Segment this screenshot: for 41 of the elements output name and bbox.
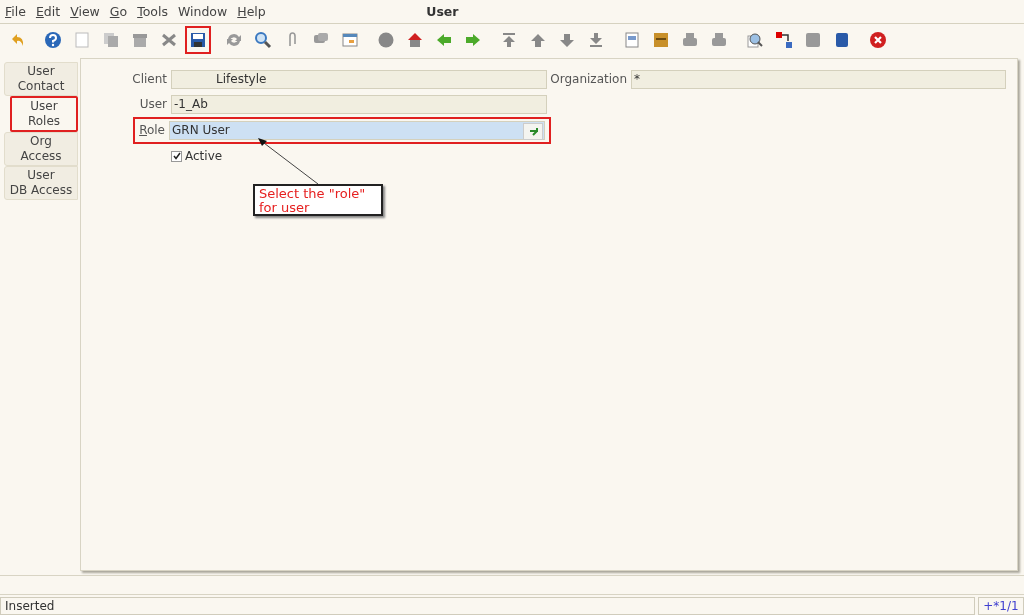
tab[interactable]: User Roles	[10, 95, 78, 132]
tab[interactable]: User Contact	[4, 61, 78, 96]
tab[interactable]: User DB Access	[4, 165, 78, 200]
report-icon[interactable]	[623, 30, 641, 49]
menu-item[interactable]: View	[65, 3, 105, 19]
field-label: Role	[138, 123, 166, 138]
menu-item[interactable]: Window	[172, 3, 233, 19]
zoom-icon[interactable]	[746, 30, 764, 49]
record-indicator: +*1/1	[978, 597, 1024, 615]
field-label: User	[138, 97, 168, 112]
input-field[interactable]: -1_Ab	[171, 94, 547, 114]
first-icon[interactable]	[500, 30, 518, 49]
home-icon[interactable]	[406, 30, 424, 49]
print-preview-icon[interactable]	[681, 30, 699, 49]
archive-icon[interactable]	[652, 30, 670, 49]
save-icon[interactable]	[189, 30, 207, 49]
copy-icon[interactable]	[102, 30, 120, 49]
checkbox[interactable]	[171, 150, 182, 162]
field-label: Client	[131, 72, 168, 87]
lookup-button[interactable]	[523, 122, 543, 140]
field-label: Organization	[549, 72, 628, 87]
checkbox-label: Active	[185, 149, 223, 164]
help-icon[interactable]	[44, 30, 62, 49]
input-field[interactable]: *	[631, 69, 1006, 89]
menu-item[interactable]: Edit	[30, 3, 66, 19]
tab[interactable]: Org Access	[4, 131, 78, 166]
window-title: User	[426, 3, 459, 19]
menu-item[interactable]: File	[0, 3, 31, 19]
menu-item[interactable]: Tools	[132, 3, 173, 19]
find-icon[interactable]	[254, 30, 272, 49]
arrow-icon	[528, 126, 538, 136]
status-message: Inserted	[0, 597, 975, 615]
input-field[interactable]: Lifestyle	[171, 69, 547, 89]
menu-item[interactable]: Go	[104, 3, 133, 19]
grid-icon[interactable]	[341, 30, 359, 49]
last-icon[interactable]	[587, 30, 605, 49]
dropdown-field[interactable]: GRN User	[169, 120, 545, 140]
print-icon[interactable]	[710, 30, 728, 49]
exit-icon[interactable]	[869, 30, 887, 49]
menu-item[interactable]: Help	[232, 3, 271, 19]
callout-text: Select the "role" for user	[253, 184, 383, 216]
